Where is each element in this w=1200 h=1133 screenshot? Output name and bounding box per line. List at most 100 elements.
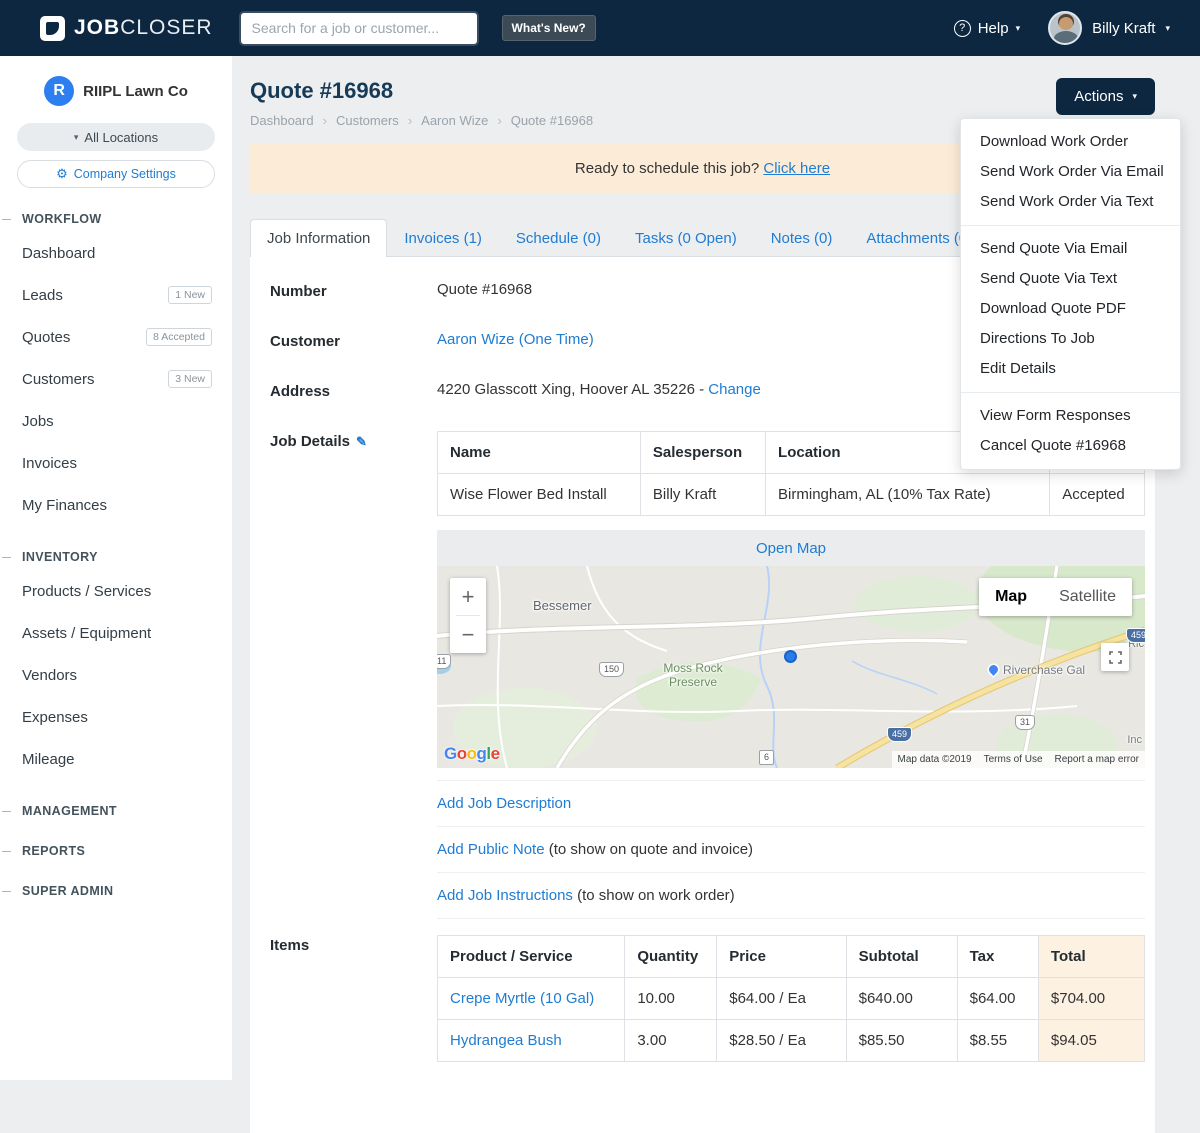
add-job-instructions-link[interactable]: Add Job Instructions xyxy=(437,887,573,904)
breadcrumb-customer-name[interactable]: Aaron Wize xyxy=(421,113,488,128)
tab-tasks[interactable]: Tasks (0 Open) xyxy=(618,219,754,257)
items-table-body: Crepe Myrtle (10 Gal) 10.00 $64.00 / Ea … xyxy=(436,977,1146,1062)
whats-new-button[interactable]: What's New? xyxy=(501,15,596,41)
user-menu[interactable]: Billy Kraft xyxy=(1048,11,1170,45)
menu-item-view-form-responses[interactable]: View Form Responses xyxy=(961,401,1180,431)
app-logo[interactable]: JOBCLOSER xyxy=(40,15,213,41)
user-name: Billy Kraft xyxy=(1092,19,1156,37)
product-link[interactable]: Hydrangea Bush xyxy=(450,1032,562,1049)
sidebar-items: Products / Services Assets / Equipment V… xyxy=(0,570,232,780)
add-public-note-link[interactable]: Add Public Note xyxy=(437,841,545,858)
sidebar: R RIIPL Lawn Co All Locations Company Se… xyxy=(0,56,232,1080)
menu-item-directions-to-job[interactable]: Directions To Job xyxy=(961,324,1180,354)
help-icon xyxy=(953,19,971,37)
sidebar-item-label: Customers xyxy=(22,370,95,388)
sidebar-item-expenses[interactable]: Expenses xyxy=(0,696,232,738)
menu-item-send-quote-text[interactable]: Send Quote Via Text xyxy=(961,264,1180,294)
tab-job-information[interactable]: Job Information xyxy=(250,219,388,257)
menu-item-send-work-order-text[interactable]: Send Work Order Via Text xyxy=(961,187,1180,217)
section-header-super-admin[interactable]: SUPER ADMIN xyxy=(0,882,232,900)
sidebar-item-label: Quotes xyxy=(22,328,71,346)
sidebar-item-products-services[interactable]: Products / Services xyxy=(0,570,232,612)
route-shield-us150: 150 xyxy=(599,662,625,677)
edit-pencil-icon[interactable] xyxy=(356,434,367,449)
actions-button[interactable]: Actions xyxy=(1056,78,1155,115)
sidebar-item-customers[interactable]: Customers 3 New xyxy=(0,358,232,400)
breadcrumb-customers[interactable]: Customers xyxy=(336,113,399,128)
tab-invoices[interactable]: Invoices (1) xyxy=(387,219,499,257)
zoom-in-button[interactable] xyxy=(450,578,486,615)
salesperson-cell: Billy Kraft xyxy=(639,473,767,516)
page-title: Quote #16968 xyxy=(250,78,394,103)
menu-item-send-quote-email[interactable]: Send Quote Via Email xyxy=(961,234,1180,264)
menu-item-download-quote-pdf[interactable]: Download Quote PDF xyxy=(961,294,1180,324)
sidebar-item-label: Invoices xyxy=(22,454,78,472)
sidebar-item-assets-equipment[interactable]: Assets / Equipment xyxy=(0,612,232,654)
company-logo: R xyxy=(44,76,75,106)
terms-of-use-link[interactable]: Terms of Use xyxy=(984,754,1043,765)
banner-click-here-link[interactable]: Click here xyxy=(763,160,830,177)
breadcrumb: Dashboard Customers Aaron Wize Quote #16… xyxy=(250,113,593,128)
menu-divider xyxy=(961,225,1180,226)
fullscreen-button[interactable] xyxy=(1101,643,1129,671)
company-settings-button[interactable]: Company Settings xyxy=(17,160,215,188)
section-header-management[interactable]: MANAGEMENT xyxy=(0,802,232,820)
col-salesperson: Salesperson xyxy=(639,431,767,474)
help-menu[interactable]: Help xyxy=(953,19,1021,37)
customer-type-link[interactable]: (One Time) xyxy=(519,331,594,348)
sidebar-item-dashboard[interactable]: Dashboard xyxy=(0,232,232,274)
map-data-copyright: Map data ©2019 xyxy=(897,754,972,765)
sidebar-item-my-finances[interactable]: My Finances xyxy=(0,484,232,526)
company-switcher[interactable]: R RIIPL Lawn Co xyxy=(0,56,232,114)
zoom-out-button[interactable] xyxy=(450,616,486,653)
menu-item-cancel-quote[interactable]: Cancel Quote #16968 xyxy=(961,431,1180,461)
price-cell: $28.50 / Ea xyxy=(716,1019,847,1062)
open-map-link[interactable]: Open Map xyxy=(756,540,826,557)
app-logo-icon xyxy=(40,15,65,41)
col-total: Total xyxy=(1037,935,1146,978)
price-cell: $64.00 / Ea xyxy=(716,977,847,1020)
sidebar-section-inventory: INVENTORY Products / Services Assets / E… xyxy=(0,548,232,780)
locations-label: All Locations xyxy=(84,129,159,145)
address-change-link[interactable]: Change xyxy=(708,381,761,398)
status-cell: Accepted xyxy=(1049,473,1145,516)
col-price: Price xyxy=(716,935,847,978)
add-job-description-link[interactable]: Add Job Description xyxy=(437,795,571,812)
product-link[interactable]: Crepe Myrtle (10 Gal) xyxy=(450,990,594,1007)
google-letter: G xyxy=(444,744,457,763)
menu-item-edit-details[interactable]: Edit Details xyxy=(961,354,1180,384)
avatar xyxy=(1048,11,1083,45)
satellite-view-button[interactable]: Satellite xyxy=(1043,578,1132,616)
menu-item-send-work-order-email[interactable]: Send Work Order Via Email xyxy=(961,157,1180,187)
sidebar-item-jobs[interactable]: Jobs xyxy=(0,400,232,442)
sidebar-item-vendors[interactable]: Vendors xyxy=(0,654,232,696)
search-input[interactable] xyxy=(240,12,477,44)
tax-cell: $64.00 xyxy=(956,977,1039,1020)
sidebar-item-label: Expenses xyxy=(22,708,88,726)
sidebar-item-leads[interactable]: Leads 1 New xyxy=(0,274,232,316)
fullscreen-icon xyxy=(1108,650,1122,664)
sidebar-item-label: Vendors xyxy=(22,666,78,684)
customer-link[interactable]: Aaron Wize xyxy=(437,331,515,348)
tab-schedule[interactable]: Schedule (0) xyxy=(499,219,618,257)
items-row: Items Product / Service Quantity Price S… xyxy=(270,935,1146,1062)
map-view-button[interactable]: Map xyxy=(979,578,1044,616)
locations-dropdown[interactable]: All Locations xyxy=(17,123,215,151)
route-shield-i459: 459 xyxy=(887,727,913,742)
section-header-reports[interactable]: REPORTS xyxy=(0,842,232,860)
tab-notes[interactable]: Notes (0) xyxy=(754,219,850,257)
section-header-inventory: INVENTORY xyxy=(0,548,232,566)
breadcrumb-current: Quote #16968 xyxy=(510,113,594,128)
job-details-row: Job Details Name Salesperson Location St… xyxy=(270,431,1145,919)
chevron-down-icon xyxy=(1016,23,1021,34)
menu-item-download-work-order[interactable]: Download Work Order xyxy=(961,127,1180,157)
sidebar-item-mileage[interactable]: Mileage xyxy=(0,738,232,780)
items-table-head: Product / Service Quantity Price Subtota… xyxy=(436,935,1146,978)
breadcrumb-dashboard[interactable]: Dashboard xyxy=(250,113,314,128)
google-map[interactable]: Map Satellite Bessemer Moss Rock xyxy=(437,566,1145,768)
items-table: Product / Service Quantity Price Subtota… xyxy=(436,935,1146,1062)
map-label-fragment-bottom: Inc xyxy=(1127,734,1142,746)
report-map-error-link[interactable]: Report a map error xyxy=(1055,754,1139,765)
sidebar-item-quotes[interactable]: Quotes 8 Accepted xyxy=(0,316,232,358)
sidebar-item-invoices[interactable]: Invoices xyxy=(0,442,232,484)
